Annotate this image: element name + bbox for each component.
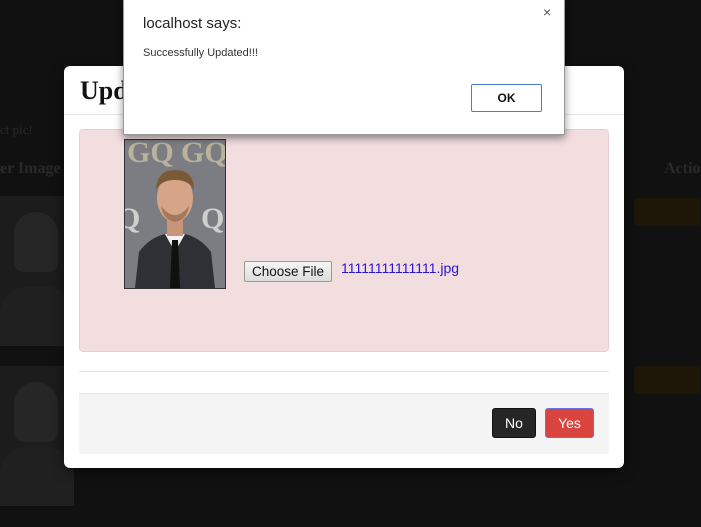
background-note: ct pic! [0,122,33,137]
modal-footer: No Yes [79,393,609,454]
user-photo: GQ GQ Q Q [124,139,226,289]
ok-button[interactable]: OK [471,84,542,112]
modal-divider [79,371,609,372]
modal-title: Upd [80,76,128,105]
svg-text:GQ: GQ [127,140,174,169]
svg-text:Q: Q [125,202,140,235]
background-user-thumbnail [0,196,74,346]
browser-alert-dialog: localhost says: × Successfully Updated!!… [123,0,565,135]
background-column-header-action: Actio [664,160,701,177]
background-user-thumbnail [0,366,74,506]
background-action-button [634,198,700,226]
svg-text:Q: Q [201,202,224,235]
close-icon[interactable]: × [543,4,551,20]
image-upload-panel: GQ GQ Q Q Choose File 11111111111111.jpg [79,129,609,352]
background-column-header-image: er Image [0,160,61,177]
svg-text:GQ: GQ [181,140,225,169]
choose-file-button[interactable]: Choose File [244,261,333,282]
alert-message: Successfully Updated!!! [143,47,258,59]
alert-title: localhost says: [143,15,242,32]
no-button[interactable]: No [492,408,536,438]
background-action-button [634,366,700,394]
selected-file-name: 11111111111111.jpg [341,260,460,276]
yes-button[interactable]: Yes [545,408,594,438]
